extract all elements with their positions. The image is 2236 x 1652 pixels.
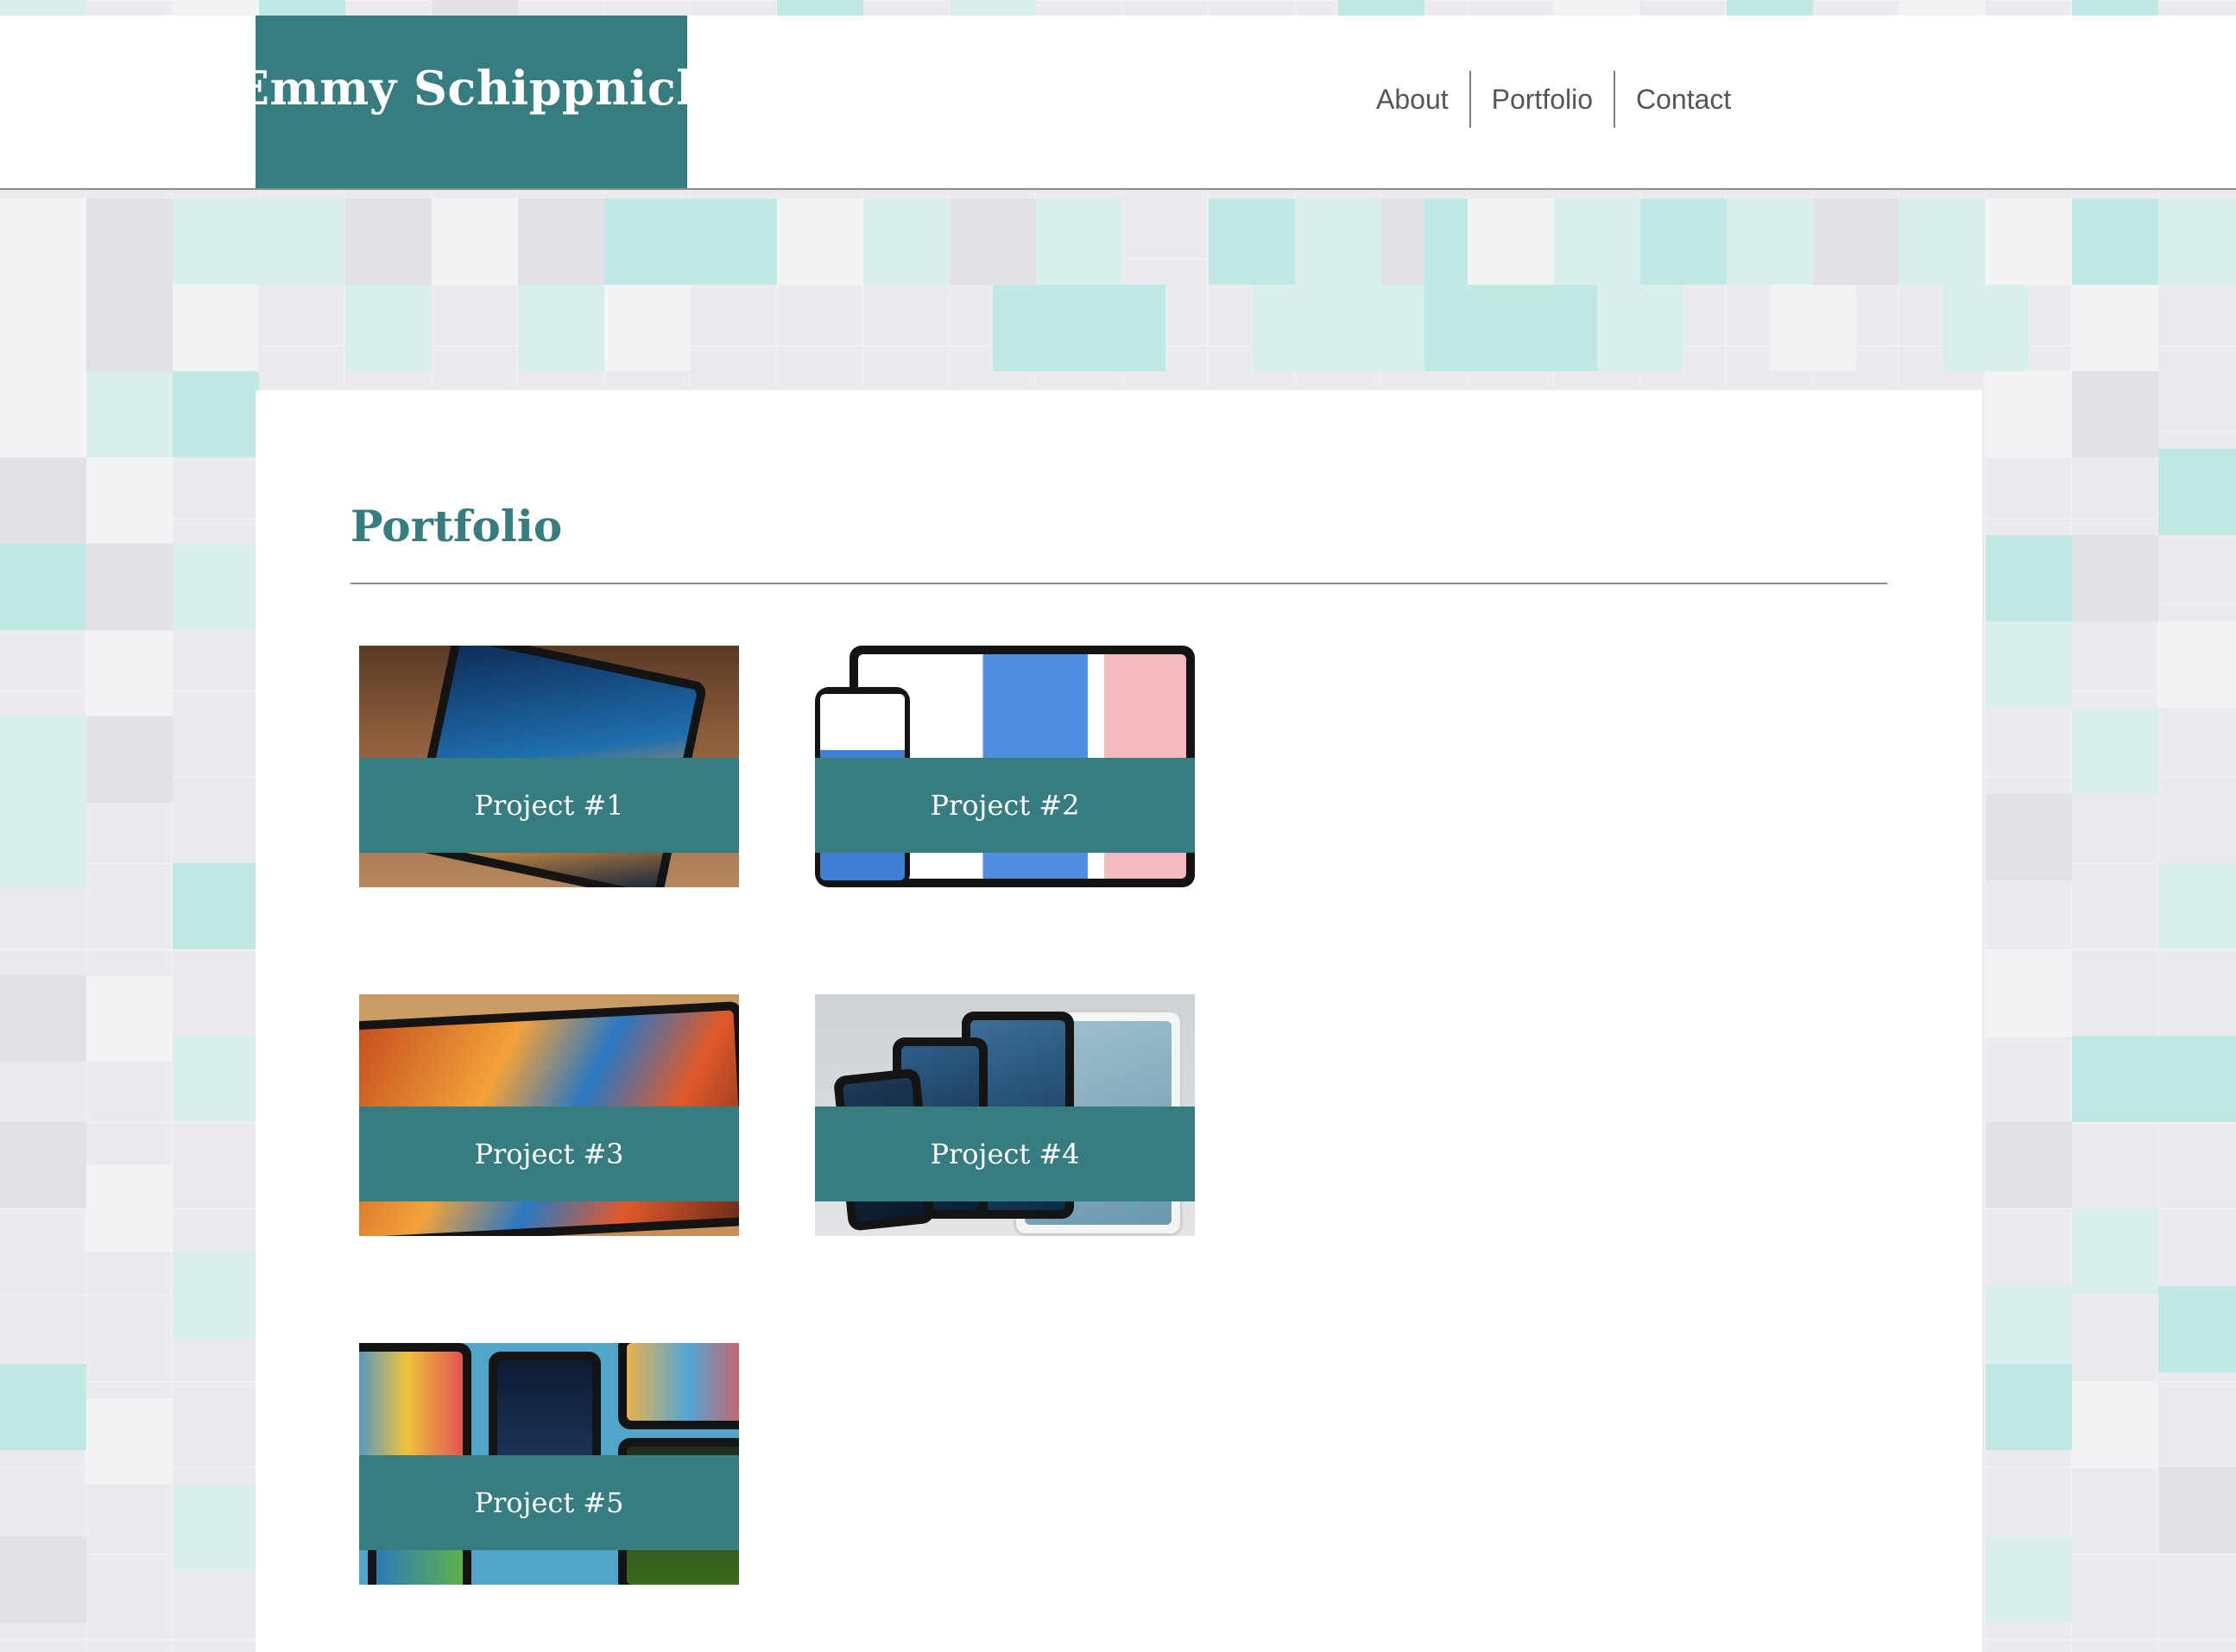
site-header: Emmy Schippnick About Portfolio Contact xyxy=(0,16,2236,190)
project-card-1[interactable]: Project #1 xyxy=(359,646,739,887)
brand-logo-block[interactable]: Emmy Schippnick xyxy=(234,16,709,188)
main-content: Portfolio Project #1 Project #2 Project … xyxy=(256,390,1982,1652)
project-3-label: Project #3 xyxy=(474,1138,624,1170)
page-title: Portfolio xyxy=(351,501,563,552)
project-1-caption: Project #1 xyxy=(359,758,739,853)
main-nav: About Portfolio Contact xyxy=(1364,71,1752,128)
project-5-caption: Project #5 xyxy=(359,1455,739,1550)
project-2-caption: Project #2 xyxy=(815,758,1195,853)
project-card-3[interactable]: Project #3 xyxy=(359,994,739,1236)
project-card-5[interactable]: Project #5 xyxy=(359,1343,739,1585)
project-card-2[interactable]: Project #2 xyxy=(815,646,1195,887)
project-4-label: Project #4 xyxy=(930,1138,1080,1170)
project-card-4[interactable]: Project #4 xyxy=(815,994,1195,1236)
project-1-label: Project #1 xyxy=(474,789,624,822)
brand-title[interactable]: Emmy Schippnick xyxy=(234,60,709,116)
project-5-label: Project #5 xyxy=(474,1486,624,1519)
nav-link-about[interactable]: About xyxy=(1364,71,1469,128)
project-4-caption: Project #4 xyxy=(815,1107,1195,1201)
project-3-caption: Project #3 xyxy=(359,1107,739,1201)
nav-link-contact[interactable]: Contact xyxy=(1615,71,1752,128)
nav-link-portfolio[interactable]: Portfolio xyxy=(1471,71,1614,128)
title-divider xyxy=(351,583,1887,584)
project-2-label: Project #2 xyxy=(930,789,1080,822)
